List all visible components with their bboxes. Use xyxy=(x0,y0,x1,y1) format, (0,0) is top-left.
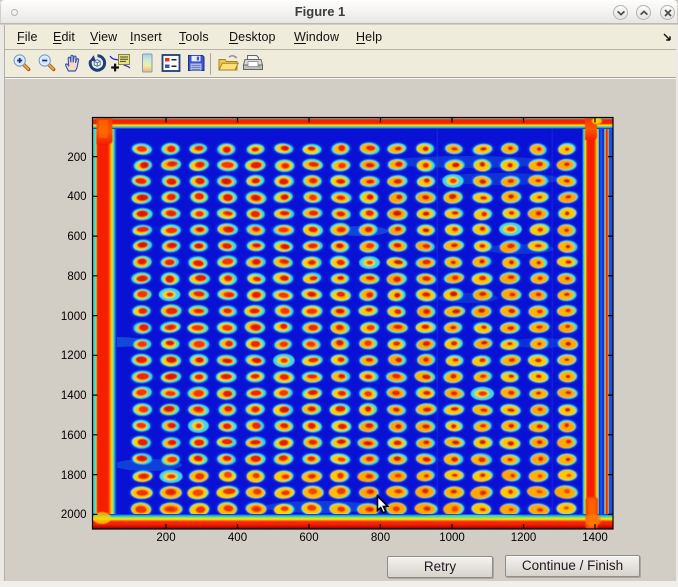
svg-text:1000: 1000 xyxy=(439,532,465,544)
svg-text:200: 200 xyxy=(67,152,86,164)
svg-text:800: 800 xyxy=(67,271,86,283)
svg-text:1200: 1200 xyxy=(511,532,537,544)
svg-text:2000: 2000 xyxy=(61,509,87,521)
svg-text:600: 600 xyxy=(67,231,86,243)
svg-text:1600: 1600 xyxy=(61,430,87,442)
svg-text:600: 600 xyxy=(299,532,318,544)
svg-text:1400: 1400 xyxy=(582,532,608,544)
svg-text:1800: 1800 xyxy=(61,470,87,482)
svg-text:1400: 1400 xyxy=(61,390,87,402)
svg-text:800: 800 xyxy=(371,532,390,544)
svg-text:200: 200 xyxy=(156,532,175,544)
svg-text:400: 400 xyxy=(67,191,86,203)
svg-text:1000: 1000 xyxy=(61,311,87,323)
svg-text:400: 400 xyxy=(228,532,247,544)
svg-text:1200: 1200 xyxy=(61,350,87,362)
